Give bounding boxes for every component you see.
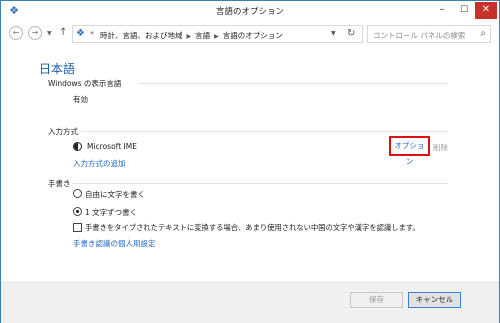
minimize-button[interactable]: – bbox=[431, 2, 453, 19]
freeform-radio-label[interactable]: 自由に文字を書く bbox=[85, 189, 145, 200]
section-divider bbox=[138, 83, 448, 84]
options-link[interactable]: オプション bbox=[389, 136, 430, 166]
breadcrumb-item-language-options[interactable]: 言語のオプション bbox=[223, 31, 283, 40]
breadcrumb-item-clock-language-region[interactable]: 時計、言語、および地域 bbox=[100, 31, 183, 40]
back-arrow-icon[interactable]: ← bbox=[9, 26, 23, 40]
one-char-radio[interactable] bbox=[73, 207, 82, 216]
breadcrumb: 時計、言語、および地域 ▶ 言語 ▶ 言語のオプション bbox=[100, 30, 283, 41]
language-options-window: ❖ 言語のオプション – ☐ ✕ ← → ▼ ↑ ❖ « 時計、言語、および地域… bbox=[0, 0, 500, 323]
delete-link: 削除 bbox=[433, 143, 448, 152]
breadcrumb-item-language[interactable]: 言語 bbox=[195, 31, 210, 40]
button-bar: 保存 キャンセル bbox=[1, 282, 499, 323]
add-input-method-link[interactable]: 入力方式の追加 bbox=[73, 158, 126, 169]
breadcrumb-overflow[interactable]: « bbox=[90, 29, 94, 37]
forward-arrow-icon[interactable]: → bbox=[28, 26, 42, 40]
input-method-heading: 入力方式 bbox=[48, 127, 78, 136]
section-divider bbox=[81, 131, 448, 132]
address-dropdown-chevron-icon[interactable]: ▼ bbox=[331, 30, 336, 37]
recent-pages-chevron-icon[interactable]: ▼ bbox=[47, 30, 52, 37]
up-arrow-icon[interactable]: ↑ bbox=[59, 27, 67, 38]
navigation-bar: ← → ▼ ↑ ❖ « 時計、言語、および地域 ▶ 言語 ▶ 言語のオプション ▼ ↻ … bbox=[1, 22, 499, 46]
close-button[interactable]: ✕ bbox=[475, 2, 497, 19]
title-bar: ❖ 言語のオプション – ☐ ✕ bbox=[1, 1, 499, 22]
one-char-radio-label[interactable]: 1 文字ずつ書く bbox=[85, 207, 137, 218]
control-panel-icon: ❖ bbox=[76, 28, 85, 39]
chevron-right-icon[interactable]: ▶ bbox=[187, 33, 192, 40]
maximize-button[interactable]: ☐ bbox=[453, 2, 475, 19]
handwriting-heading: 手書き bbox=[48, 179, 71, 188]
display-language-status: 有効 bbox=[73, 95, 88, 104]
chevron-right-icon[interactable]: ▶ bbox=[214, 33, 219, 40]
cancel-button[interactable]: キャンセル bbox=[408, 292, 461, 308]
section-divider bbox=[73, 183, 448, 184]
save-button[interactable]: 保存 bbox=[350, 292, 403, 308]
ime-name: Microsoft IME bbox=[87, 142, 137, 151]
windows-display-language-heading: Windows の表示言語 bbox=[48, 79, 122, 88]
window-title: 言語のオプション bbox=[215, 7, 284, 17]
search-input[interactable]: コントロール パネルの検索 ⌕ bbox=[367, 25, 491, 43]
handwriting-personalization-link[interactable]: 手書き認識の個人用設定 bbox=[73, 238, 156, 249]
freeform-radio[interactable] bbox=[73, 189, 82, 198]
search-placeholder: コントロール パネルの検索 bbox=[373, 31, 466, 40]
rare-characters-checkbox-label[interactable]: 手書きをタイプされたテキストに変換する場合、あまり使用されない中国の文字や漢字を… bbox=[85, 223, 420, 233]
refresh-icon[interactable]: ↻ bbox=[347, 28, 355, 39]
search-icon[interactable]: ⌕ bbox=[480, 28, 486, 39]
rare-characters-checkbox[interactable] bbox=[73, 223, 82, 232]
main-content: 日本語 Windows の表示言語 有効 入力方式 Microsoft IME … bbox=[1, 46, 499, 282]
page-title: 日本語 bbox=[39, 62, 76, 76]
address-bar[interactable]: ❖ « 時計、言語、および地域 ▶ 言語 ▶ 言語のオプション ▼ ↻ bbox=[72, 25, 363, 43]
ime-icon bbox=[73, 142, 82, 151]
